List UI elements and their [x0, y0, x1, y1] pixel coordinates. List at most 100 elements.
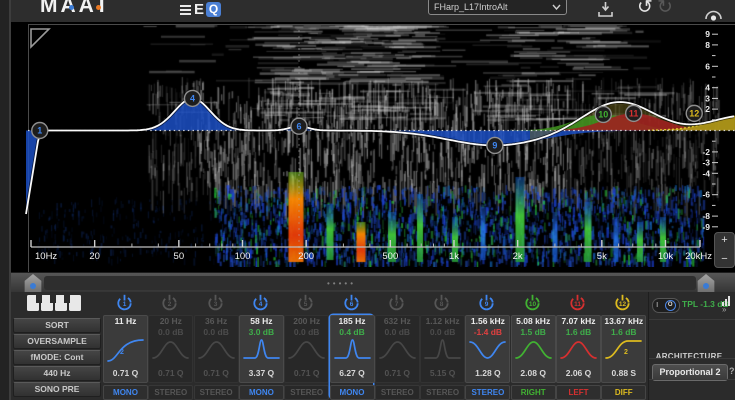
band-7-power-button[interactable]: 7 — [388, 294, 405, 311]
eq-handle-6[interactable]: 6 — [291, 118, 307, 134]
band-4-channel-button[interactable]: MONO — [239, 385, 284, 400]
band-9-channel-button[interactable]: STEREO — [465, 385, 510, 400]
svg-text:9: 9 — [492, 141, 497, 151]
gain-out-row[interactable]: GAIN OUT 0.0 dB — [649, 379, 735, 400]
db-tick-8: 8 — [705, 40, 710, 50]
theq-product-logo: E Q — [180, 1, 221, 18]
eq-handle-10[interactable]: 10 — [595, 106, 611, 122]
band-6-power-button[interactable]: 6 — [343, 294, 360, 311]
zoom-out-button[interactable]: − — [715, 252, 734, 267]
band-8-q: 5.15 Q — [421, 368, 464, 379]
range-drag-dots[interactable]: ••••• — [327, 279, 356, 288]
freq-tick-10Hz: 10Hz — [35, 251, 57, 262]
band-1-power-button[interactable]: 1 — [116, 294, 133, 311]
band-7-channel-button[interactable]: STEREO — [375, 385, 420, 400]
band-1-channel-button[interactable]: MONO — [103, 385, 148, 400]
db-tick-2: 2 — [705, 104, 710, 114]
band-3-panel[interactable]: 36 Hz0.0 dB0.71 Q — [194, 315, 239, 383]
band-8-panel[interactable]: 1.12 kHz0.0 dB5.15 Q — [420, 315, 465, 383]
corner-triangle-icon[interactable] — [31, 29, 49, 47]
band-8-channel-button[interactable]: STEREO — [420, 385, 465, 400]
band-12-power-button[interactable]: 12 — [614, 294, 631, 311]
save-preset-icon[interactable] — [597, 2, 614, 18]
range-handle-right[interactable] — [695, 274, 717, 292]
eq-handle-12[interactable]: 12 — [686, 105, 702, 121]
band-10-channel-button[interactable]: RIGHT — [511, 385, 556, 400]
preset-select[interactable]: FHarp_L17IntroAlt — [428, 0, 567, 15]
eq-handle-11[interactable]: 11 — [626, 105, 642, 121]
band-12-q: 0.88 S — [602, 368, 645, 379]
band-2-channel-button[interactable]: STEREO — [148, 385, 193, 400]
band-3-body: 36 Hz0.0 dB0.71 Q STEREO — [194, 315, 237, 398]
band-5-channel-button[interactable]: STEREO — [284, 385, 329, 400]
band-3-frequency: 36 Hz — [195, 316, 238, 327]
redo-icon[interactable]: ↻ — [657, 0, 673, 19]
band-10-power-button[interactable]: 10 — [524, 294, 541, 311]
band-6-panel[interactable]: 185 Hz0.4 dB6.27 Q — [330, 315, 375, 383]
frequency-range-scrollbar[interactable]: ••••• — [0, 272, 735, 294]
db-tick-3: 3 — [705, 93, 710, 103]
db-tick--8: -8 — [702, 211, 710, 221]
band-11-power-button[interactable]: 11 — [569, 294, 586, 311]
band-2-power-button[interactable]: 2 — [161, 294, 178, 311]
band-12-channel-button[interactable]: DIFF — [601, 385, 646, 400]
eq-handle-9[interactable]: 9 — [487, 137, 503, 153]
svg-text:4: 4 — [259, 301, 263, 308]
band-1-panel[interactable]: 11 Hz20.71 Q — [103, 315, 148, 383]
band-11-panel[interactable]: 7.07 kHz1.6 dB2.06 Q — [556, 315, 601, 383]
eq-band-10: 10 5.08 kHz1.5 dB2.08 Q RIGHT — [511, 292, 554, 398]
io-toggle[interactable]: I O — [652, 298, 680, 313]
eq-band-6: 6 185 Hz0.4 dB6.27 Q MONO — [330, 292, 373, 398]
band-11-body: 7.07 kHz1.6 dB2.06 Q LEFT — [556, 315, 599, 398]
band-5-panel[interactable]: 200 Hz0.0 dB0.71 Q — [284, 315, 329, 383]
range-handle-left[interactable] — [22, 274, 44, 292]
freq-tick-20kHz: 20kHz — [685, 251, 712, 262]
band-8-power-button[interactable]: 8 — [433, 294, 450, 311]
undo-icon[interactable]: ↺ — [637, 0, 653, 19]
scrollbar-track[interactable] — [44, 276, 696, 290]
band-9-panel[interactable]: 1.56 kHz-1.4 dB1.28 Q — [465, 315, 510, 383]
eq-handle-4[interactable]: 4 — [184, 90, 200, 106]
band-10-q: 2.08 Q — [512, 368, 555, 379]
band-4-panel[interactable]: 58 Hz3.0 dB3.37 Q — [239, 315, 284, 383]
preset-name: FHarp_L17IntroAlt — [434, 2, 508, 12]
band-12-panel[interactable]: 13.67 kHz1.6 dB20.88 S — [601, 315, 646, 383]
band-12-body: 13.67 kHz1.6 dB20.88 S DIFF — [601, 315, 644, 398]
band-5-frequency: 200 Hz — [285, 316, 328, 327]
svg-text:6: 6 — [296, 121, 301, 131]
eq-band-8: 8 1.12 kHz0.0 dB5.15 Q STEREO — [420, 292, 463, 398]
band-11-gain: 1.6 dB — [557, 327, 600, 337]
band-1-slope: 2 — [120, 349, 124, 356]
band-2-frequency: 20 Hz — [149, 316, 192, 327]
chevron-down-icon — [552, 4, 561, 10]
zoom-in-button[interactable]: + — [715, 233, 734, 248]
band-7-curve-icon — [378, 337, 417, 363]
band-7-panel[interactable]: 632 Hz0.0 dB0.71 Q — [375, 315, 420, 383]
band-3-channel-button[interactable]: STEREO — [194, 385, 239, 400]
eq-band-3: 3 36 Hz0.0 dB0.71 Q STEREO — [194, 292, 237, 398]
eq-handle-1[interactable]: 1 — [32, 123, 48, 139]
band-9-power-button[interactable]: 9 — [478, 294, 495, 311]
eq-band-11: 11 7.07 kHz1.6 dB2.06 Q LEFT — [556, 292, 599, 398]
band-11-channel-button[interactable]: LEFT — [556, 385, 601, 400]
band-5-power-button[interactable]: 5 — [297, 294, 314, 311]
control-panel: SORTOVERSAMPLEfMODE: Cont440 HzSONO PRE … — [0, 292, 735, 400]
band-2-panel[interactable]: 20 Hz0.0 dB0.71 Q — [148, 315, 193, 383]
db-tick-6: 6 — [705, 61, 710, 71]
band-5-gain: 0.0 dB — [285, 327, 328, 337]
window-edge-strip — [0, 0, 11, 400]
band-11-curve-icon — [559, 337, 598, 363]
db-tick--2: -2 — [702, 147, 710, 157]
monitor-listen-icon[interactable] — [704, 6, 723, 21]
band-6-channel-button[interactable]: MONO — [330, 385, 375, 400]
db-tick--3: -3 — [702, 158, 710, 168]
freq-tick-1k: 1k — [449, 251, 459, 262]
band-10-panel[interactable]: 5.08 kHz1.5 dB2.08 Q — [511, 315, 556, 383]
band-3-power-button[interactable]: 3 — [207, 294, 224, 311]
band-9-gain: -1.4 dB — [466, 327, 509, 337]
svg-text:6: 6 — [349, 301, 353, 308]
expand-meters-icon[interactable]: » — [722, 305, 725, 314]
freq-tick-5k: 5k — [597, 251, 607, 262]
band-4-power-button[interactable]: 4 — [252, 294, 269, 311]
frequency-axis: 10Hz20501002005001k2k5k10k20kHz — [31, 240, 712, 262]
